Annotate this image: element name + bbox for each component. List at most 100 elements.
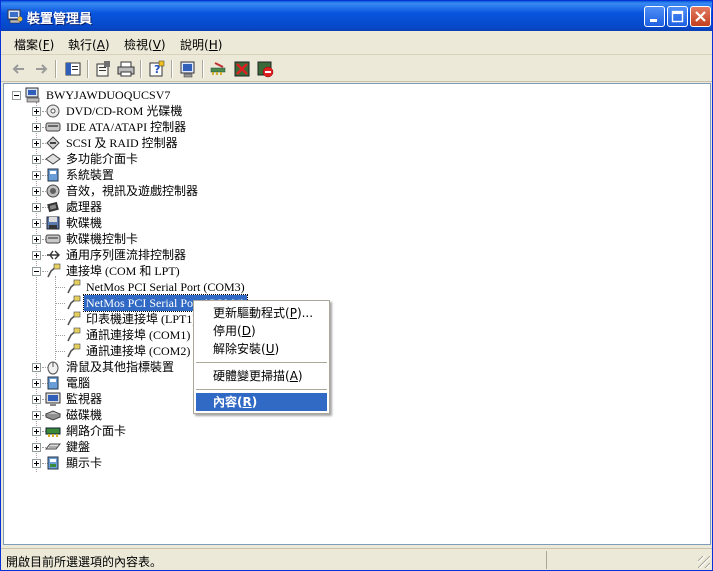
tree-category[interactable]: 通用序列匯流排控制器	[32, 247, 392, 263]
display-adapter-icon	[47, 456, 59, 470]
menu-view[interactable]: 檢視(V)	[124, 36, 166, 53]
tree-category[interactable]: 鍵盤	[32, 439, 392, 455]
category-label: 系統裝置	[66, 168, 115, 182]
expand-toggle[interactable]	[32, 379, 41, 388]
category-label: 網路介面卡	[66, 424, 127, 438]
device-tree[interactable]: BWYJAWDUOQUCSV7 DVD/CD-ROM 光碟機 IDE ATA/AT…	[3, 83, 711, 545]
category-label: DVD/CD-ROM 光碟機	[66, 104, 183, 118]
maximize-icon	[671, 10, 684, 23]
uninstall-button[interactable]	[232, 59, 252, 79]
expand-toggle[interactable]	[32, 427, 41, 436]
collapse-toggle[interactable]	[32, 267, 41, 276]
category-label: 通用序列匯流排控制器	[66, 248, 187, 262]
category-label: 連接埠 (COM 和 LPT)	[66, 264, 180, 278]
expand-toggle[interactable]	[32, 155, 41, 164]
port-icon	[67, 343, 81, 358]
properties-button[interactable]	[93, 59, 113, 79]
tree-item[interactable]: NetMos PCI Serial Port (COM3)	[55, 279, 421, 295]
tree-category[interactable]: 顯示卡	[32, 455, 392, 471]
show-hide-tree-icon	[65, 62, 81, 76]
forward-arrow-icon	[36, 64, 48, 74]
disable-menu-item[interactable]: 停用(D)	[196, 322, 327, 340]
expand-toggle[interactable]	[32, 363, 41, 372]
scan-hardware-button[interactable]	[178, 59, 198, 79]
tree-category[interactable]: IDE ATA/ATAPI 控制器	[32, 119, 392, 135]
properties-menu-item[interactable]: 內容(R)	[196, 393, 327, 411]
port-icon	[67, 327, 81, 342]
expand-toggle[interactable]	[32, 235, 41, 244]
print-button[interactable]	[116, 59, 136, 79]
tree-category[interactable]: 處理器	[32, 199, 392, 215]
expand-toggle[interactable]	[32, 443, 41, 452]
system-device-icon	[47, 168, 59, 182]
expand-toggle[interactable]	[32, 459, 41, 468]
tree-line	[55, 276, 56, 360]
port-icon	[67, 279, 81, 294]
update-driver-menu-item[interactable]: 更新驅動程式(P)...	[196, 304, 327, 322]
forward-button[interactable]	[31, 59, 51, 79]
port-label: NetMos PCI Serial Port (COM3)	[86, 280, 245, 294]
category-label: 多功能介面卡	[66, 152, 139, 166]
tree-category[interactable]: 軟碟機	[32, 215, 392, 231]
tree-root[interactable]: BWYJAWDUOQUCSV7	[12, 87, 212, 103]
back-button[interactable]	[9, 59, 29, 79]
expand-toggle[interactable]	[32, 395, 41, 404]
title-bar[interactable]: 裝置管理員	[1, 1, 712, 31]
expand-toggle[interactable]	[32, 411, 41, 420]
port-icon	[47, 263, 61, 278]
tree-category[interactable]: 軟碟機控制卡	[32, 231, 392, 247]
expand-toggle[interactable]	[32, 139, 41, 148]
usb-icon	[47, 250, 60, 260]
menu-separator	[196, 362, 327, 363]
update-driver-button[interactable]	[209, 59, 229, 79]
collapse-toggle[interactable]	[12, 91, 21, 100]
expand-toggle[interactable]	[32, 171, 41, 180]
keyboard-icon	[45, 443, 61, 450]
menu-action[interactable]: 執行(A)	[68, 36, 110, 53]
tree-line	[55, 319, 65, 320]
disable-icon	[257, 61, 274, 78]
mouse-icon	[47, 361, 59, 375]
floppy-controller-icon	[45, 234, 61, 244]
resize-grip[interactable]	[698, 556, 710, 568]
tree-category[interactable]: 音效，視訊及遊戲控制器	[32, 183, 392, 199]
expand-toggle[interactable]	[32, 107, 41, 116]
uninstall-menu-item[interactable]: 解除安裝(U)	[196, 340, 327, 358]
disable-button[interactable]	[255, 59, 275, 79]
toolbar-separator	[171, 60, 173, 78]
toolbar: ?	[1, 56, 712, 82]
tree-category[interactable]: 多功能介面卡	[32, 151, 392, 167]
maximize-button[interactable]	[667, 6, 688, 27]
expand-toggle[interactable]	[32, 203, 41, 212]
scan-hardware-menu-item[interactable]: 硬體變更掃描(A)	[196, 367, 327, 385]
minimize-button[interactable]	[644, 6, 665, 27]
computer-icon	[25, 87, 40, 103]
category-label: 滑鼠及其他指標裝置	[66, 360, 175, 374]
tree-category[interactable]: 連接埠 (COM 和 LPT)	[32, 263, 392, 279]
tree-category[interactable]: 系統裝置	[32, 167, 392, 183]
tree-category[interactable]: 網路介面卡	[32, 423, 392, 439]
expand-toggle[interactable]	[32, 219, 41, 228]
tree-category[interactable]: SCSI 及 RAID 控制器	[32, 135, 392, 151]
tree-category[interactable]: DVD/CD-ROM 光碟機	[32, 103, 392, 119]
ide-controller-icon	[45, 122, 61, 132]
properties-icon	[96, 61, 110, 77]
help-button[interactable]: ?	[147, 59, 167, 79]
network-adapter-icon	[45, 427, 61, 437]
uninstall-icon	[234, 61, 250, 77]
show-hide-tree-button[interactable]	[63, 59, 83, 79]
toolbar-separator	[87, 60, 89, 78]
menu-help[interactable]: 說明(H)	[180, 36, 222, 53]
tree-line	[55, 303, 65, 304]
expand-toggle[interactable]	[32, 123, 41, 132]
tree-line	[55, 335, 65, 336]
menu-file[interactable]: 檔案(F)	[14, 36, 54, 53]
toolbar-separator	[55, 60, 57, 78]
scan-hardware-icon	[180, 61, 195, 78]
scsi-controller-icon	[46, 136, 60, 150]
expand-toggle[interactable]	[32, 251, 41, 260]
close-button[interactable]	[690, 6, 711, 27]
expand-toggle[interactable]	[32, 187, 41, 196]
disk-drive-icon	[45, 410, 61, 421]
menu-separator	[196, 389, 327, 390]
